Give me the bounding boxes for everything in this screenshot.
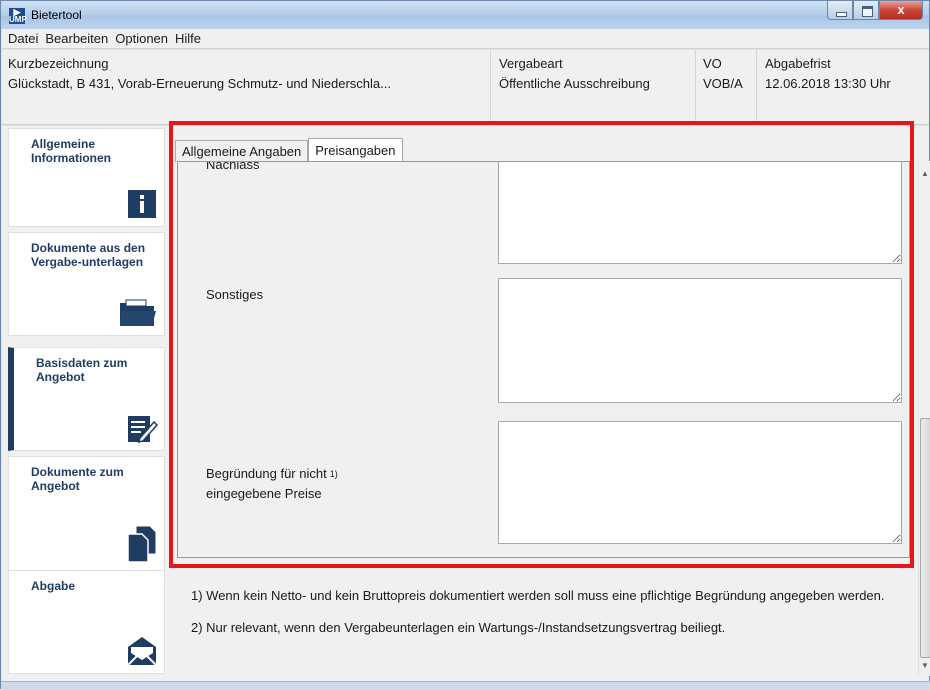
vo-value: VOB/A xyxy=(703,76,743,91)
begruendung-field[interactable] xyxy=(498,421,902,544)
sidebar-item-label: Basisdaten zum Angebot xyxy=(36,356,128,384)
preisangaben-panel: Nachlass Sonstiges Begründung für nicht 1… xyxy=(177,161,910,558)
envelope-icon xyxy=(127,637,157,666)
sidebar: Allgemeine Informationen Dokumente aus d… xyxy=(2,126,167,681)
sidebar-item-label: Dokumente zum Angebot xyxy=(31,465,124,493)
menu-datei[interactable]: Datei xyxy=(5,29,42,48)
tab-strip: Allgemeine Angaben Preisangaben xyxy=(175,138,403,162)
tab-allgemeine-angaben[interactable]: Allgemeine Angaben xyxy=(175,140,309,162)
vo-label: VO xyxy=(703,56,722,71)
sidebar-item-abgabe[interactable]: Abgabe xyxy=(8,570,165,674)
footnote-2: 2) Nur relevant, wenn den Vergabeunterla… xyxy=(191,620,726,635)
sidebar-item-label: Dokumente aus den Vergabe-unterlagen xyxy=(31,241,146,269)
abgabefrist-value: 12.06.2018 13:30 Uhr xyxy=(765,76,891,91)
begruendung-label: Begründung für nicht 1) eingegebene Preis… xyxy=(206,466,338,501)
scrollbar-thumb[interactable] xyxy=(920,418,930,658)
kurzbezeichnung-value: Glückstadt, B 431, Vorab-Erneuerung Schm… xyxy=(8,76,391,91)
menu-optionen[interactable]: Optionen xyxy=(112,29,172,48)
sidebar-item-label: Allgemeine Informationen xyxy=(31,137,111,165)
menu-bar: Datei Bearbeiten Optionen Hilfe xyxy=(2,29,929,49)
menu-bearbeiten[interactable]: Bearbeiten xyxy=(42,29,112,48)
minimize-button[interactable] xyxy=(827,1,853,20)
vertical-scrollbar[interactable]: ▲ ▼ xyxy=(918,161,930,676)
edit-form-icon xyxy=(128,416,158,444)
footnote-marker: 1) xyxy=(329,469,338,479)
sonstiges-field[interactable] xyxy=(498,278,902,403)
close-icon: x xyxy=(897,2,905,17)
sidebar-item-allgemeine-informationen[interactable]: Allgemeine Informationen xyxy=(8,128,165,227)
vergabeart-label: Vergabeart xyxy=(499,56,563,71)
folder-icon xyxy=(120,299,156,326)
vergabeart-value: Öffentliche Ausschreibung xyxy=(499,76,650,91)
title-bar[interactable]: ▶ UMP Bietertool x xyxy=(1,1,929,29)
scroll-down-icon[interactable]: ▼ xyxy=(921,661,929,670)
nachlass-label: Nachlass xyxy=(206,161,260,172)
kurzbezeichnung-label: Kurzbezeichnung xyxy=(8,56,109,71)
footnotes: 1) Wenn kein Netto- und kein Bruttopreis… xyxy=(191,586,891,638)
nachlass-field[interactable] xyxy=(498,162,902,264)
tender-info-header: Kurzbezeichnung Glückstadt, B 431, Vorab… xyxy=(2,50,929,125)
window-title: Bietertool xyxy=(31,8,82,22)
abgabefrist-label: Abgabefrist xyxy=(765,56,831,71)
sonstiges-label: Sonstiges xyxy=(206,287,264,302)
sidebar-item-label: Abgabe xyxy=(31,579,76,593)
app-logo-icon: ▶ UMP xyxy=(9,7,27,24)
sidebar-item-dokumente-vergabeunterlagen[interactable]: Dokumente aus den Vergabe-unterlagen xyxy=(8,232,165,336)
documents-icon xyxy=(127,525,157,563)
footnote-1: 1) Wenn kein Netto- und kein Bruttopreis… xyxy=(191,588,885,603)
info-icon xyxy=(128,190,156,218)
scroll-up-icon[interactable]: ▲ xyxy=(921,169,929,178)
tab-preisangaben[interactable]: Preisangaben xyxy=(308,138,403,162)
close-button[interactable]: x xyxy=(879,1,923,20)
sidebar-item-basisdaten-angebot[interactable]: Basisdaten zum Angebot xyxy=(8,347,165,451)
menu-hilfe[interactable]: Hilfe xyxy=(172,29,205,48)
maximize-button[interactable] xyxy=(853,1,879,20)
app-window: ▶ UMP Bietertool x Datei Bearbeiten Optio… xyxy=(0,0,930,690)
sidebar-item-dokumente-angebot[interactable]: Dokumente zum Angebot xyxy=(8,456,165,571)
